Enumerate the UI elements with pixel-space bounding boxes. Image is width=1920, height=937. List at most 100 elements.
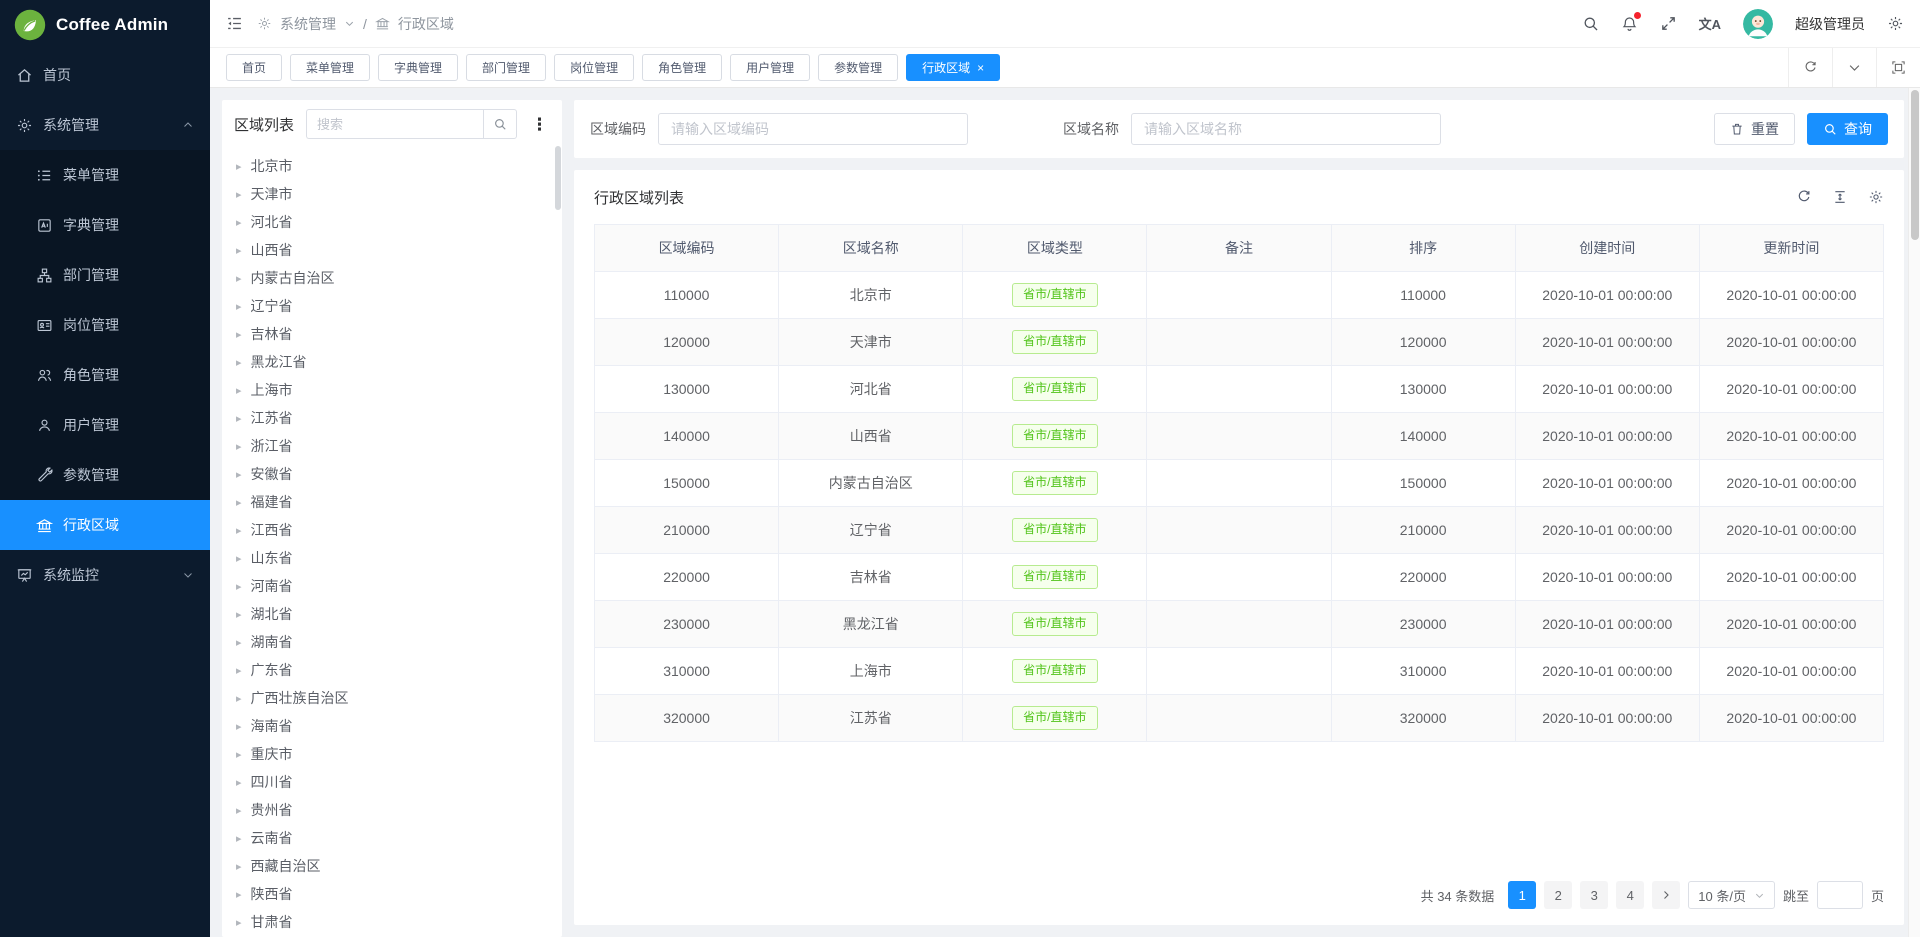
row-height-icon[interactable] <box>1832 189 1848 205</box>
tree-item[interactable]: ▸ 广西壮族自治区 <box>222 684 562 712</box>
tree-expand-icon[interactable]: ▸ <box>236 916 242 929</box>
page-size-select[interactable]: 10 条/页 <box>1688 881 1775 909</box>
tree-item[interactable]: ▸ 河北省 <box>222 208 562 236</box>
tree-item[interactable]: ▸ 湖北省 <box>222 600 562 628</box>
tree-item[interactable]: ▸ 北京市 <box>222 152 562 180</box>
tree-expand-icon[interactable]: ▸ <box>236 664 242 677</box>
tree-item[interactable]: ▸ 陕西省 <box>222 880 562 908</box>
tab[interactable]: 用户管理 <box>730 54 810 81</box>
tab[interactable]: 参数管理 <box>818 54 898 81</box>
tab[interactable]: 部门管理 <box>466 54 546 81</box>
tree-expand-icon[interactable]: ▸ <box>236 356 242 369</box>
notification-bell-icon[interactable] <box>1621 15 1638 32</box>
tree-item[interactable]: ▸ 江西省 <box>222 516 562 544</box>
tab[interactable]: 字典管理 <box>378 54 458 81</box>
tree-expand-icon[interactable]: ▸ <box>236 440 242 453</box>
tree-item[interactable]: ▸ 海南省 <box>222 712 562 740</box>
tree-expand-icon[interactable]: ▸ <box>236 524 242 537</box>
tree-item[interactable]: ▸ 甘肃省 <box>222 908 562 936</box>
tree-item[interactable]: ▸ 黑龙江省 <box>222 348 562 376</box>
tree-item[interactable]: ▸ 河南省 <box>222 572 562 600</box>
table-row[interactable]: 150000 内蒙古自治区 省市/直辖市 150000 2020-10-01 0… <box>595 460 1884 507</box>
tree-item[interactable]: ▸ 山东省 <box>222 544 562 572</box>
tree-expand-icon[interactable]: ▸ <box>236 860 242 873</box>
tree-expand-icon[interactable]: ▸ <box>236 748 242 761</box>
tab[interactable]: 菜单管理 <box>290 54 370 81</box>
sidebar-item-user-mgmt[interactable]: 用户管理 <box>0 400 210 450</box>
tree-expand-icon[interactable]: ▸ <box>236 552 242 565</box>
jump-page-input[interactable] <box>1817 881 1863 909</box>
table-row[interactable]: 120000 天津市 省市/直辖市 120000 2020-10-01 00:0… <box>595 319 1884 366</box>
tree-item[interactable]: ▸ 天津市 <box>222 180 562 208</box>
tree-expand-icon[interactable]: ▸ <box>236 832 242 845</box>
tree-scrollbar-thumb[interactable] <box>555 146 561 210</box>
tree-expand-icon[interactable]: ▸ <box>236 216 242 229</box>
page-button-4[interactable]: 4 <box>1616 881 1644 909</box>
region-name-input[interactable] <box>1131 113 1441 145</box>
table-row[interactable]: 110000 北京市 省市/直辖市 110000 2020-10-01 00:0… <box>595 272 1884 319</box>
refresh-tabs-icon[interactable] <box>1788 48 1832 87</box>
tree-item[interactable]: ▸ 云南省 <box>222 824 562 852</box>
table-row[interactable]: 320000 江苏省 省市/直辖市 320000 2020-10-01 00:0… <box>595 695 1884 742</box>
tree-search-button[interactable] <box>483 109 517 139</box>
tree-item[interactable]: ▸ 西藏自治区 <box>222 852 562 880</box>
tab-active[interactable]: 行政区域 × <box>906 54 1000 81</box>
table-row[interactable]: 140000 山西省 省市/直辖市 140000 2020-10-01 00:0… <box>595 413 1884 460</box>
tree-expand-icon[interactable]: ▸ <box>236 412 242 425</box>
sidebar-item-admin-region[interactable]: 行政区域 <box>0 500 210 550</box>
tree-expand-icon[interactable]: ▸ <box>236 244 242 257</box>
tree-item[interactable]: ▸ 江苏省 <box>222 404 562 432</box>
tree-item[interactable]: ▸ 安徽省 <box>222 460 562 488</box>
sidebar-item-dept-mgmt[interactable]: 部门管理 <box>0 250 210 300</box>
page-button-3[interactable]: 3 <box>1580 881 1608 909</box>
kebab-menu-icon[interactable]: ⋮ <box>529 116 550 133</box>
tree-expand-icon[interactable]: ▸ <box>236 608 242 621</box>
sidebar-item-menu-mgmt[interactable]: 菜单管理 <box>0 150 210 200</box>
table-row[interactable]: 210000 辽宁省 省市/直辖市 210000 2020-10-01 00:0… <box>595 507 1884 554</box>
sidebar-item-post-mgmt[interactable]: 岗位管理 <box>0 300 210 350</box>
table-row[interactable]: 230000 黑龙江省 省市/直辖市 230000 2020-10-01 00:… <box>595 601 1884 648</box>
content-fullscreen-icon[interactable] <box>1876 48 1920 87</box>
tree-expand-icon[interactable]: ▸ <box>236 496 242 509</box>
tree-item[interactable]: ▸ 重庆市 <box>222 740 562 768</box>
tree-expand-icon[interactable]: ▸ <box>236 804 242 817</box>
search-button[interactable]: 查询 <box>1807 113 1888 145</box>
refresh-table-icon[interactable] <box>1796 189 1812 205</box>
page-scrollbar[interactable] <box>1908 88 1920 937</box>
sidebar-item-dict-mgmt[interactable]: 字典管理 <box>0 200 210 250</box>
tree-item[interactable]: ▸ 浙江省 <box>222 432 562 460</box>
page-scrollbar-thumb[interactable] <box>1911 90 1919 240</box>
settings-gear-icon[interactable] <box>1887 15 1904 32</box>
tree-expand-icon[interactable]: ▸ <box>236 776 242 789</box>
tree-item[interactable]: ▸ 贵州省 <box>222 796 562 824</box>
tree-item[interactable]: ▸ 辽宁省 <box>222 292 562 320</box>
collapse-sidebar-icon[interactable] <box>226 15 243 32</box>
sidebar-item-monitor[interactable]: 系统监控 <box>0 550 210 600</box>
tree-expand-icon[interactable]: ▸ <box>236 188 242 201</box>
tree-expand-icon[interactable]: ▸ <box>236 720 242 733</box>
sidebar-item-home[interactable]: 首页 <box>0 50 210 100</box>
page-button-1[interactable]: 1 <box>1508 881 1536 909</box>
sidebar-item-system[interactable]: 系统管理 <box>0 100 210 150</box>
table-row[interactable]: 220000 吉林省 省市/直辖市 220000 2020-10-01 00:0… <box>595 554 1884 601</box>
tabs-dropdown-icon[interactable] <box>1832 48 1876 87</box>
tree-search-input[interactable] <box>306 109 483 139</box>
sidebar-item-role-mgmt[interactable]: 角色管理 <box>0 350 210 400</box>
sidebar-item-param-mgmt[interactable]: 参数管理 <box>0 450 210 500</box>
page-button-2[interactable]: 2 <box>1544 881 1572 909</box>
reset-button[interactable]: 重置 <box>1714 113 1795 145</box>
breadcrumb-root[interactable]: 系统管理 <box>280 14 336 34</box>
close-icon[interactable]: × <box>977 62 984 74</box>
fullscreen-icon[interactable] <box>1660 15 1677 32</box>
tree-item[interactable]: ▸ 内蒙古自治区 <box>222 264 562 292</box>
tree-item[interactable]: ▸ 吉林省 <box>222 320 562 348</box>
tree-expand-icon[interactable]: ▸ <box>236 888 242 901</box>
app-logo[interactable]: Coffee Admin <box>0 0 210 50</box>
table-settings-gear-icon[interactable] <box>1868 189 1884 205</box>
search-icon[interactable] <box>1582 15 1599 32</box>
table-row[interactable]: 130000 河北省 省市/直辖市 130000 2020-10-01 00:0… <box>595 366 1884 413</box>
tree-expand-icon[interactable]: ▸ <box>236 636 242 649</box>
region-code-input[interactable] <box>658 113 968 145</box>
tree-item[interactable]: ▸ 山西省 <box>222 236 562 264</box>
tree-expand-icon[interactable]: ▸ <box>236 384 242 397</box>
